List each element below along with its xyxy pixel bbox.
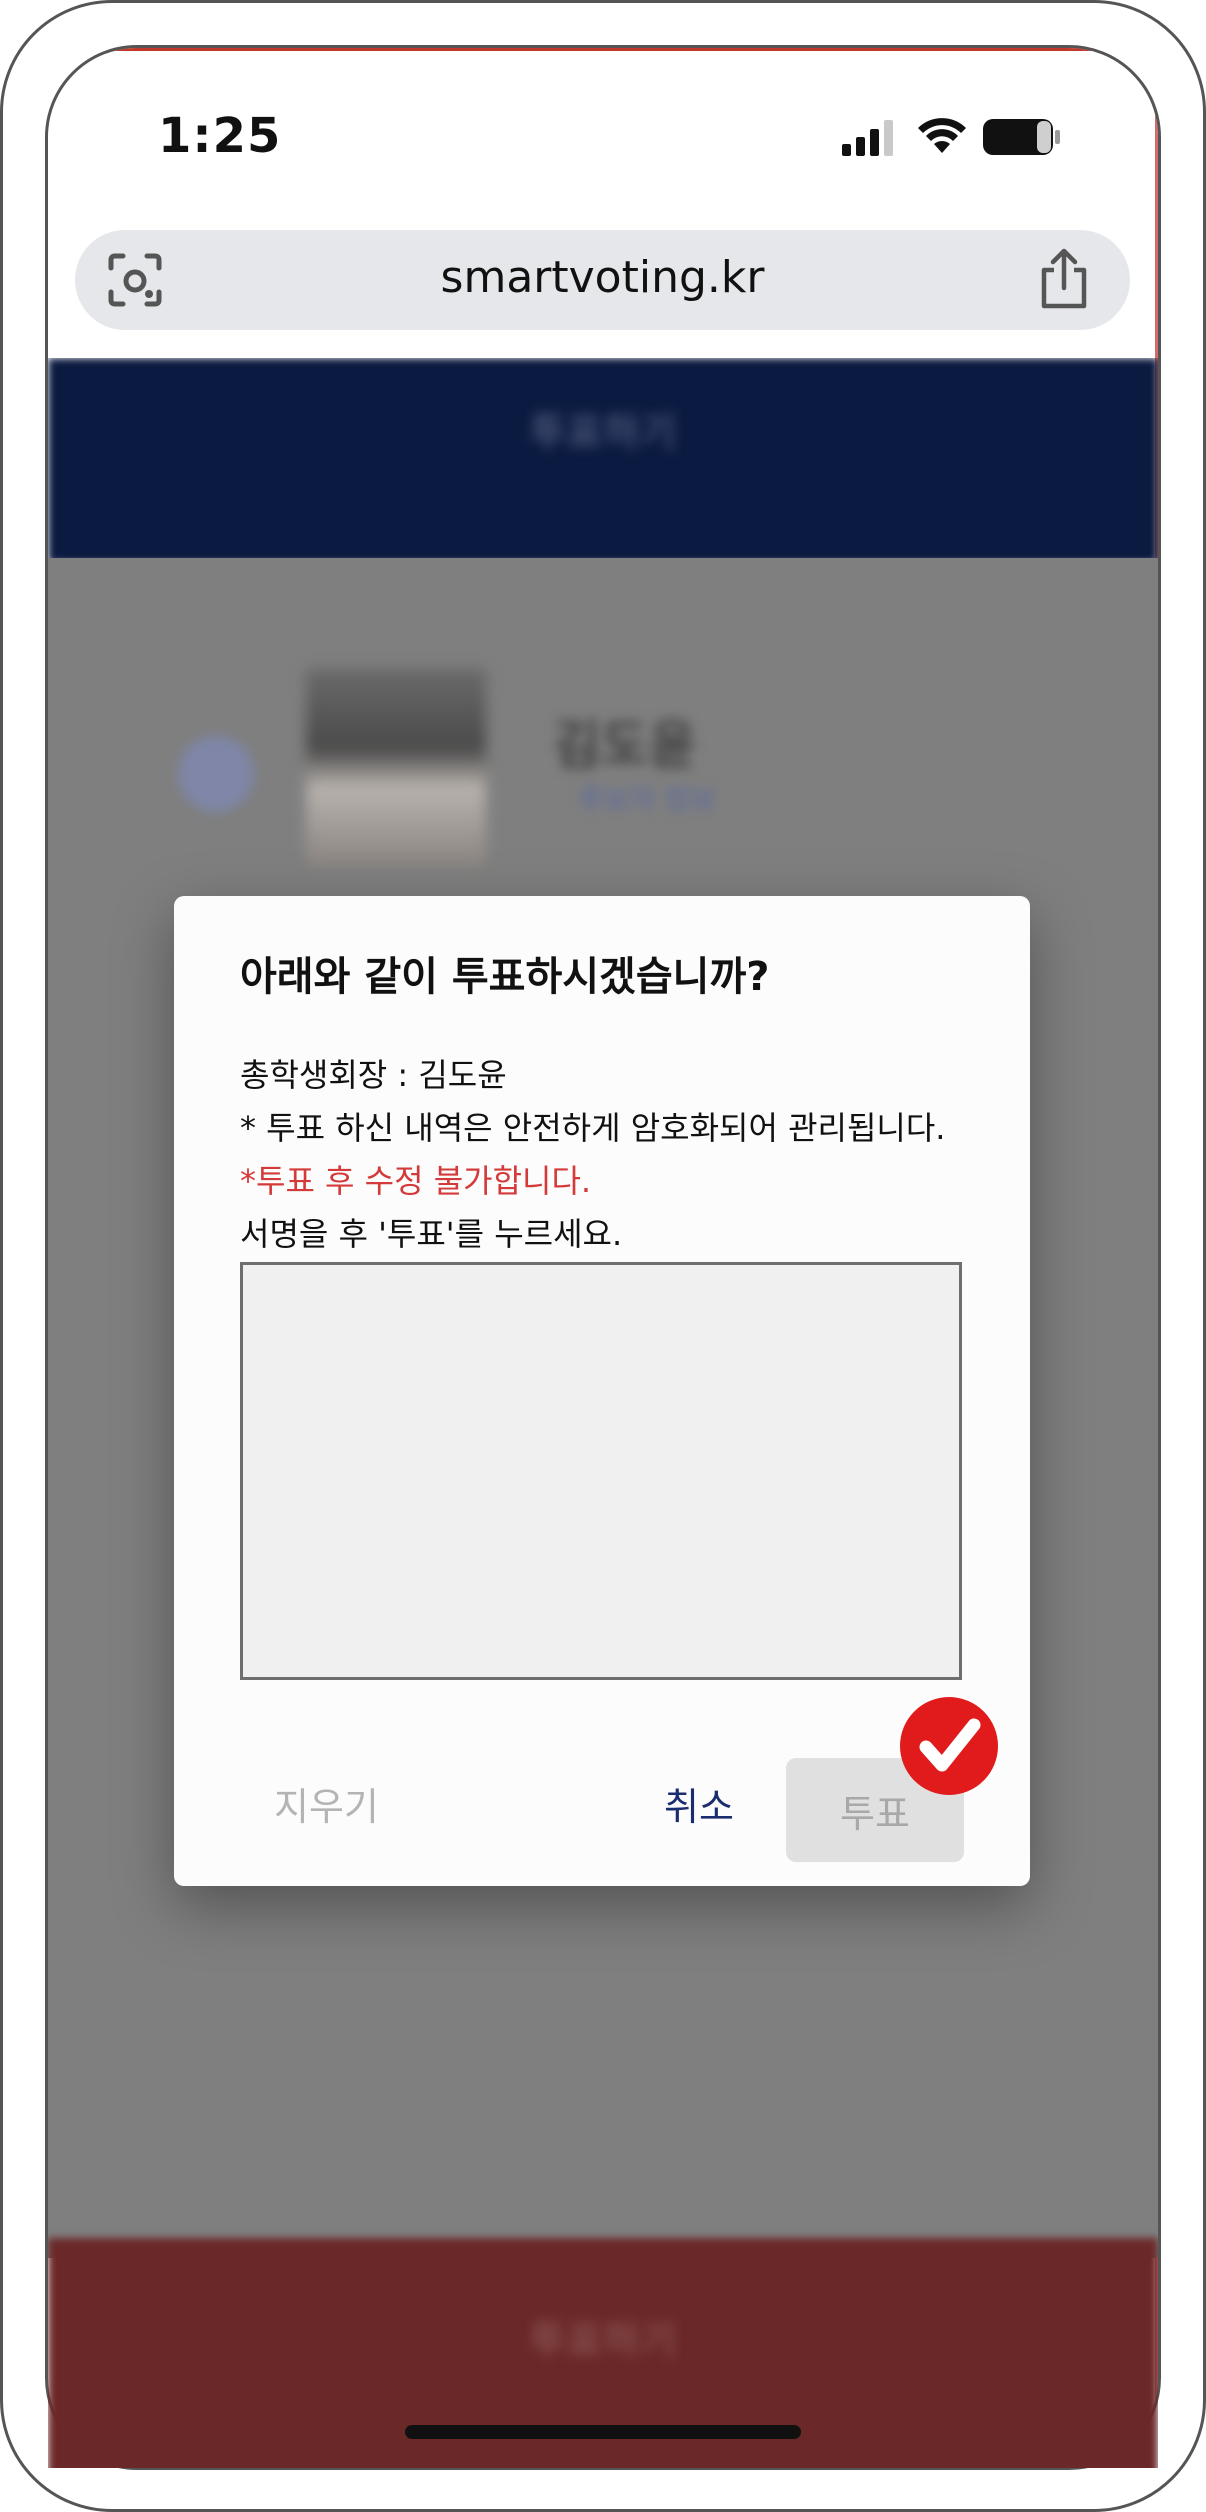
status-time: 1:25 [158,108,282,164]
page-header-label: 투표하기 [529,410,677,456]
candidate-info-link[interactable]: 후보자 정보 [578,778,716,818]
signature-instruction: 서명을 후 '투표'를 누르세요. [240,1215,623,1253]
address-bar[interactable]: smartvoting.kr [75,230,1130,330]
dialog-title: 아래와 같이 투표하시겠습니까? [240,954,770,1000]
home-indicator[interactable] [405,2425,801,2439]
selection-summary: 총학생회장 : 김도윤 [240,1056,507,1094]
check-badge [900,1697,998,1795]
share-icon[interactable] [1036,248,1092,310]
url-text[interactable]: smartvoting.kr [75,252,1130,303]
signature-pad[interactable] [240,1262,962,1680]
no-edit-warning: *투표 후 수정 불가합니다. [240,1162,592,1200]
cancel-button[interactable]: 취소 [664,1776,734,1831]
candidate-photo [306,668,486,868]
page-footer-label: 투표하기 [529,2318,677,2364]
security-notice: * 투표 하신 내역은 안전하게 암호화되어 관리됩니다. [240,1109,946,1147]
wifi-icon [918,118,966,153]
clear-button[interactable]: 지우기 [274,1776,379,1831]
page-header [48,358,1158,563]
battery-icon [983,119,1060,155]
screen-accent [48,48,1158,51]
candidate-radio[interactable] [178,736,254,812]
candidate-name: 김도윤 [553,716,697,776]
signal-icon [842,120,893,156]
checkmark-icon [919,1718,981,1772]
